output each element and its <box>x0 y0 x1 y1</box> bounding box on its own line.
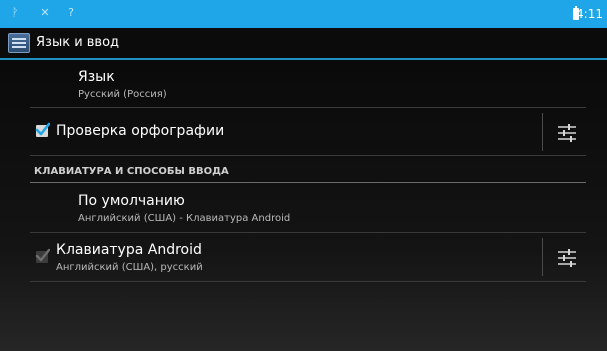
spellcheck-settings-icon[interactable] <box>556 123 578 143</box>
android-keyboard-checkbox <box>35 248 50 263</box>
tools-icon: ✕ <box>40 6 50 19</box>
pref-language-title: Язык <box>78 69 115 85</box>
page-title: Язык и ввод <box>36 35 120 50</box>
check-icon <box>35 248 50 262</box>
pref-android-keyboard-title: Клавиатура Android <box>56 242 202 258</box>
keyboard-section-header: КЛАВИАТУРА И СПОСОБЫ ВВОДА <box>30 164 586 183</box>
settings-language-icon[interactable] <box>8 33 30 53</box>
pref-spellcheck-title: Проверка орфографии <box>56 123 225 139</box>
pref-default-input-title: По умолчанию <box>78 193 185 209</box>
pref-language[interactable]: Язык Русский (Россия) <box>30 60 586 108</box>
section-header-label: КЛАВИАТУРА И СПОСОБЫ ВВОДА <box>34 166 229 177</box>
status-bar: ᚹ ✕ ? 4:11 <box>0 0 607 28</box>
clock: 4:11 <box>576 7 603 21</box>
pref-default-input[interactable]: По умолчанию Английский (США) - Клавиату… <box>30 184 586 233</box>
preferences-list: Язык Русский (Россия) Проверка орфографи… <box>0 60 607 351</box>
pref-spellcheck[interactable]: Проверка орфографии <box>30 108 586 156</box>
pref-android-keyboard-summary: Английский (США), русский <box>56 262 203 273</box>
pref-default-input-summary: Английский (США) - Клавиатура Android <box>78 213 291 224</box>
pref-android-keyboard[interactable]: Клавиатура Android Английский (США), рус… <box>30 233 586 282</box>
pref-language-summary: Русский (Россия) <box>78 89 167 100</box>
divider <box>542 238 543 276</box>
spellcheck-checkbox[interactable] <box>35 122 50 137</box>
divider <box>542 113 543 151</box>
android-keyboard-settings-icon[interactable] <box>556 248 578 268</box>
wifi-icon: ? <box>68 6 74 19</box>
action-bar: Язык и ввод <box>0 28 607 60</box>
check-icon <box>35 122 50 136</box>
usb-icon: ᚹ <box>11 6 19 19</box>
